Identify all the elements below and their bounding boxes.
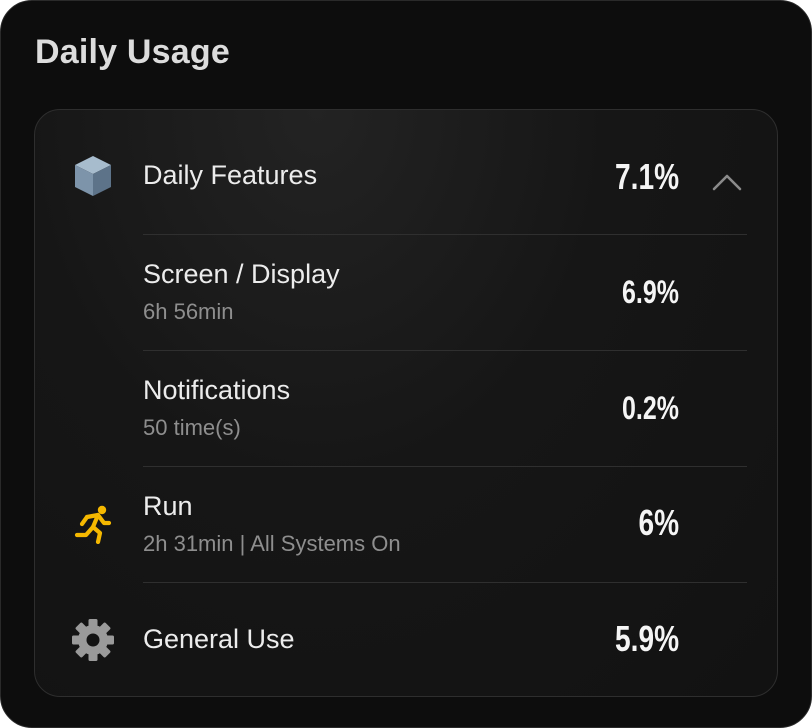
chevron-up-icon[interactable]: [711, 172, 743, 192]
usage-item-detail: 50 time(s): [143, 415, 241, 440]
usage-item-screen-display[interactable]: Screen / Display 6h 56min 6.9%: [35, 234, 779, 350]
daily-features-label: Daily Features: [143, 160, 318, 190]
usage-card: Daily Features 7.1% Screen / Display 6h …: [34, 109, 778, 697]
daily-features-row[interactable]: Daily Features 7.1%: [35, 120, 779, 236]
usage-item-detail: 6h 56min: [143, 299, 234, 324]
usage-item-percent: 6.9%: [622, 274, 679, 310]
usage-item-general-use[interactable]: General Use 5.9%: [35, 582, 779, 698]
usage-item-label: Notifications: [143, 375, 291, 405]
usage-item-label: General Use: [143, 624, 295, 654]
usage-item-detail: 2h 31min | All Systems On: [143, 531, 401, 556]
gear-icon: [71, 618, 115, 662]
cube-icon: [71, 154, 115, 198]
usage-item-percent: 0.2%: [622, 390, 679, 426]
usage-item-notifications[interactable]: Notifications 50 time(s) 0.2%: [35, 350, 779, 466]
usage-item-label: Run: [143, 491, 193, 521]
usage-item-percent: 6%: [638, 502, 679, 543]
usage-item-run[interactable]: Run 2h 31min | All Systems On 6%: [35, 466, 779, 582]
daily-features-percent: 7.1%: [614, 156, 679, 197]
daily-usage-panel: Daily Usage Daily Features 7.1% Screen /…: [0, 0, 812, 728]
usage-item-label: Screen / Display: [143, 259, 340, 289]
usage-item-percent: 5.9%: [614, 618, 679, 659]
running-person-icon: [71, 502, 115, 546]
page-title: Daily Usage: [35, 33, 230, 71]
